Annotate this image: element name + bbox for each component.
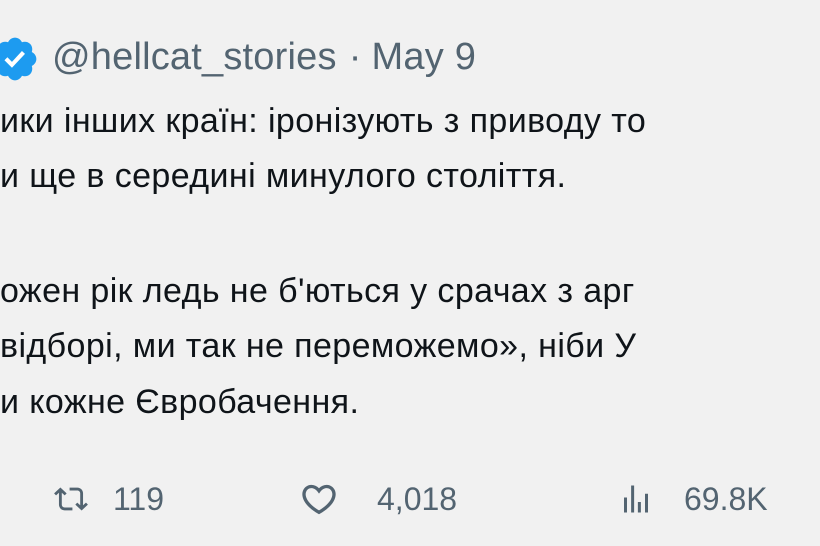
like-button[interactable]: 4,018 <box>297 476 457 522</box>
views-count: 69.8K <box>684 480 768 517</box>
tweet-date[interactable]: May 9 <box>372 36 476 78</box>
tweet-text-line: ики інших країн: іронізують з приводу то <box>0 102 647 140</box>
verified-badge-icon <box>0 37 37 81</box>
author-handle[interactable]: @hellcat_stories <box>52 36 337 78</box>
tweet-card: @hellcat_stories · May 9 ики інших країн: … <box>0 0 820 546</box>
retweet-count: 119 <box>113 480 165 517</box>
heart-icon <box>302 484 336 515</box>
views-chart-icon <box>624 485 648 513</box>
tweet-text-line: и ще в середині минулого століття. <box>0 157 567 195</box>
tweet-text-line: відборі, ми так не переможемо», ніби У <box>0 327 637 365</box>
tweet-text-line: ожен рік ледь не б'ються у срачах з арг <box>0 272 635 310</box>
header-separator: · <box>348 36 362 78</box>
like-count: 4,018 <box>377 480 458 517</box>
retweet-icon <box>54 487 88 511</box>
tweet-header: @hellcat_stories · May 9 <box>52 36 476 79</box>
tweet-text-line: и кожне Євробачення. <box>0 383 360 421</box>
retweet-button[interactable]: 119 <box>53 476 164 522</box>
views-button[interactable]: 69.8K <box>618 476 768 522</box>
